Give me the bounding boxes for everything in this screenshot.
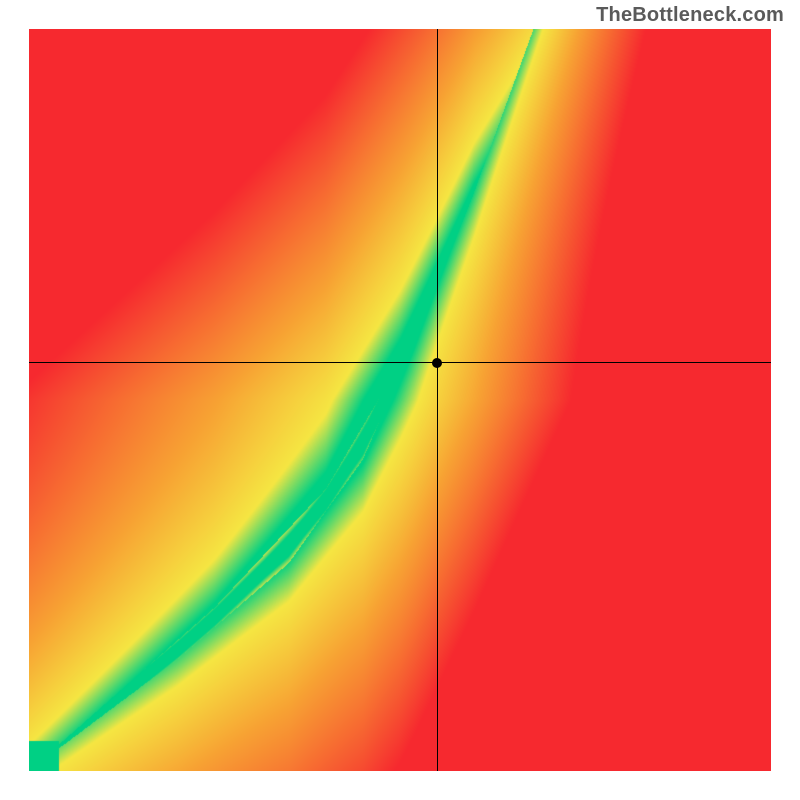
crosshair-horizontal xyxy=(29,362,771,363)
heatmap-plot xyxy=(29,29,771,771)
heatmap-canvas xyxy=(29,29,771,771)
intersection-marker[interactable] xyxy=(432,358,442,368)
watermark-text: TheBottleneck.com xyxy=(596,4,784,27)
crosshair-vertical xyxy=(437,29,438,771)
